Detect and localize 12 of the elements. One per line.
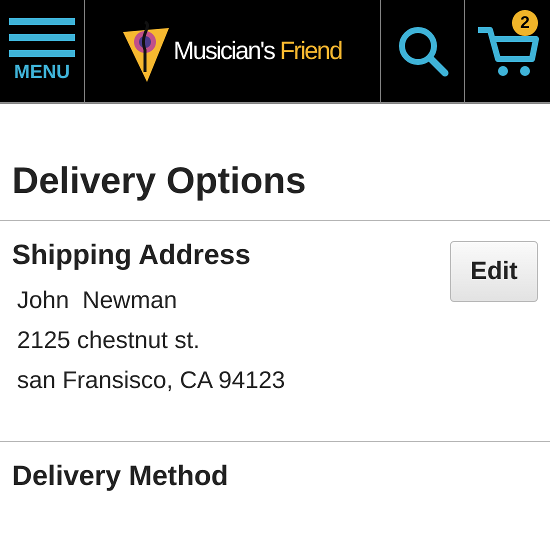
address-line: san Fransisco, CA 94123 [16,366,286,396]
section-heading: Shipping Address [12,239,252,271]
menu-icon [9,18,75,58]
address-line: John Newman [16,286,178,316]
logo-icon [123,20,170,82]
logo-text: Musician's Friend [173,36,342,67]
edit-button[interactable]: Edit [450,241,538,302]
section-heading: Delivery Method [12,460,228,492]
search-icon [396,25,448,77]
address-line: 2125 chestnut st. [16,326,201,356]
cart-count-badge: 2 [512,10,538,36]
page-title: Delivery Options [11,159,308,203]
